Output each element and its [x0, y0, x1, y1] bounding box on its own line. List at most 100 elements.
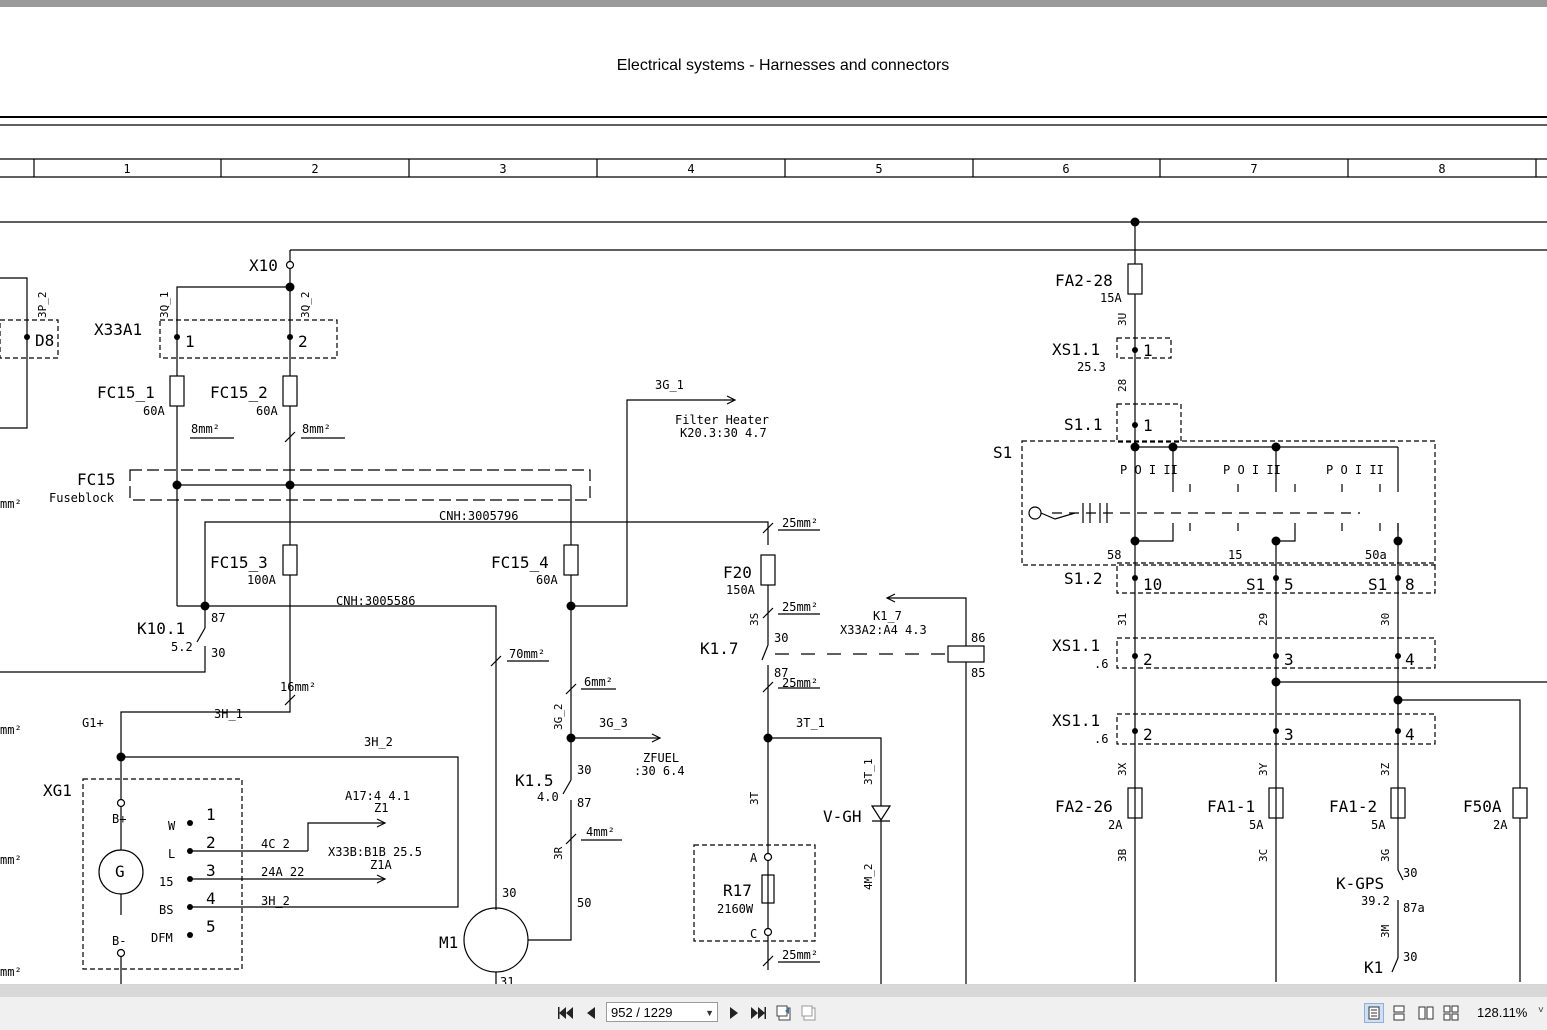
filter-heater-ref: K20.3:30 4.7 [680, 426, 767, 440]
wire-mm-l3: mm² [0, 853, 22, 867]
pin-1-x33: 1 [185, 332, 195, 351]
b-plus: B+ [112, 812, 126, 826]
k17-30: 30 [774, 631, 788, 645]
first-page-icon[interactable] [557, 1004, 575, 1022]
label-k1: K1 [1364, 958, 1383, 977]
label-k1-5: K1.5 [515, 771, 554, 790]
xs11b-ref: .6 [1094, 657, 1108, 671]
poii-3: P O I II [1326, 463, 1384, 477]
k10-ref: 5.2 [171, 640, 193, 654]
label-f20: F20 [723, 563, 752, 582]
wire-31: 31 [1116, 613, 1129, 626]
wire-8mm-b: 8mm² [302, 422, 331, 436]
wire-25mm-d: 25mm² [782, 948, 818, 962]
pin-4-b: 4 [1405, 650, 1415, 669]
label-xg1: XG1 [43, 781, 72, 800]
wire-28: 28 [1116, 379, 1129, 392]
wire-3q-2: 3Q_2 [299, 292, 312, 319]
k10-30: 30 [211, 646, 225, 660]
rating-fa1-2: 5A [1371, 818, 1386, 832]
wire-25mm-a: 25mm² [782, 516, 818, 530]
label-f50a: F50A [1463, 797, 1502, 816]
pin-10: 10 [1143, 575, 1162, 594]
previous-page-icon[interactable] [582, 1004, 600, 1022]
k17-85: 85 [971, 666, 985, 680]
wire-3q-1: 3Q_1 [158, 292, 171, 319]
wire-3h-2: 3H_2 [364, 735, 393, 749]
pin-l: L [168, 847, 175, 861]
xg1-pin-5: 5 [206, 917, 216, 936]
label-s1-b: S1 [1246, 575, 1265, 594]
wire-3b: 3B [1116, 848, 1129, 862]
b-minus: B- [112, 934, 126, 948]
k15-87: 87 [577, 796, 591, 810]
viewer-toolbar: 952 / 1229 ▼ 128.11% ˅ [0, 984, 1547, 1030]
pin-w: W [168, 819, 176, 833]
wire-3t-1-v: 3T_1 [862, 759, 875, 786]
label-s1: S1 [993, 443, 1012, 462]
page-number-field[interactable]: 952 / 1229 ▼ [606, 1002, 718, 1022]
wiring-schematic: 1 2 3 4 5 6 7 8 X10 X33A1 D8 FC15_1 FC15… [0, 116, 1547, 984]
facing-view-icon[interactable] [1416, 1003, 1436, 1023]
column-4: 4 [687, 162, 694, 176]
wire-3t: 3T [748, 791, 761, 805]
label-fc15-3: FC15_3 [210, 553, 268, 572]
column-8: 8 [1438, 162, 1445, 176]
wire-3y: 3Y [1257, 762, 1270, 776]
rating-f20: 150A [726, 583, 756, 597]
wire-3h-2-b: 3H_2 [261, 894, 290, 908]
window-top-border [0, 0, 1547, 7]
generator-g: G [115, 862, 125, 881]
k17-coil-ref: K1_7 [873, 609, 902, 623]
k15-ref: 4.0 [537, 790, 559, 804]
kgps-30: 30 [1403, 866, 1417, 880]
xg1-pin-3: 3 [206, 861, 216, 880]
chevron-down-icon[interactable]: ▼ [705, 1003, 714, 1023]
wire-24a-22: 24A_22 [261, 865, 304, 879]
wire-3c: 3C [1257, 849, 1270, 862]
kgps-87a: 87a [1403, 901, 1425, 915]
continuous-view-icon[interactable] [1389, 1003, 1409, 1023]
pin-3-b: 3 [1284, 650, 1294, 669]
next-page-icon[interactable] [725, 1004, 743, 1022]
term-50a: 50a [1365, 548, 1387, 562]
column-6: 6 [1062, 162, 1069, 176]
rating-fa2-28: 15A [1100, 291, 1122, 305]
ref-z1a: Z1A [370, 858, 392, 872]
label-xs1-1-c: XS1.1 [1052, 711, 1100, 730]
continuous-facing-view-icon[interactable] [1441, 1003, 1461, 1023]
zoom-level[interactable]: 128.11% [1477, 1005, 1527, 1020]
label-fa2-26: FA2-26 [1055, 797, 1113, 816]
column-1: 1 [123, 162, 130, 176]
next-view-icon[interactable] [801, 1004, 819, 1022]
k17-coil-ref2: X33A2:A4 4.3 [840, 623, 927, 637]
previous-view-icon[interactable] [776, 1004, 794, 1022]
document-page: Electrical systems - Harnesses and conne… [0, 7, 1547, 984]
single-page-view-icon[interactable] [1364, 1003, 1384, 1023]
k15-50: 50 [577, 896, 591, 910]
label-fa1-1: FA1-1 [1207, 797, 1255, 816]
label-d8: D8 [35, 331, 54, 350]
m1-30: 30 [502, 886, 516, 900]
zoom-chevron-icon[interactable]: ˅ [1538, 1005, 1544, 1016]
wire-3r: 3R [552, 846, 565, 860]
kgps-ref: 39.2 [1361, 894, 1390, 908]
wire-3s: 3S [748, 613, 761, 626]
ref-z1: Z1 [374, 801, 388, 815]
wire-30: 30 [1379, 613, 1392, 626]
label-fc15-4: FC15_4 [491, 553, 549, 572]
label-v-gh: V-GH [823, 807, 862, 826]
xg1-pin-1: 1 [206, 805, 216, 824]
wire-3g-3: 3G_3 [599, 716, 628, 730]
k1-30: 30 [1403, 950, 1417, 964]
label-k-gps: K-GPS [1336, 874, 1384, 893]
last-page-icon[interactable] [749, 1004, 767, 1022]
wire-mm-l4: mm² [0, 965, 22, 979]
wire-3h-1: 3H_1 [214, 707, 243, 721]
label-k10-1: K10.1 [137, 619, 185, 638]
wire-3u: 3U [1116, 313, 1129, 326]
fuseblock-label: Fuseblock [49, 491, 115, 505]
xs11a-ref: 25.3 [1077, 360, 1106, 374]
wire-29: 29 [1257, 613, 1270, 626]
column-3: 3 [499, 162, 506, 176]
